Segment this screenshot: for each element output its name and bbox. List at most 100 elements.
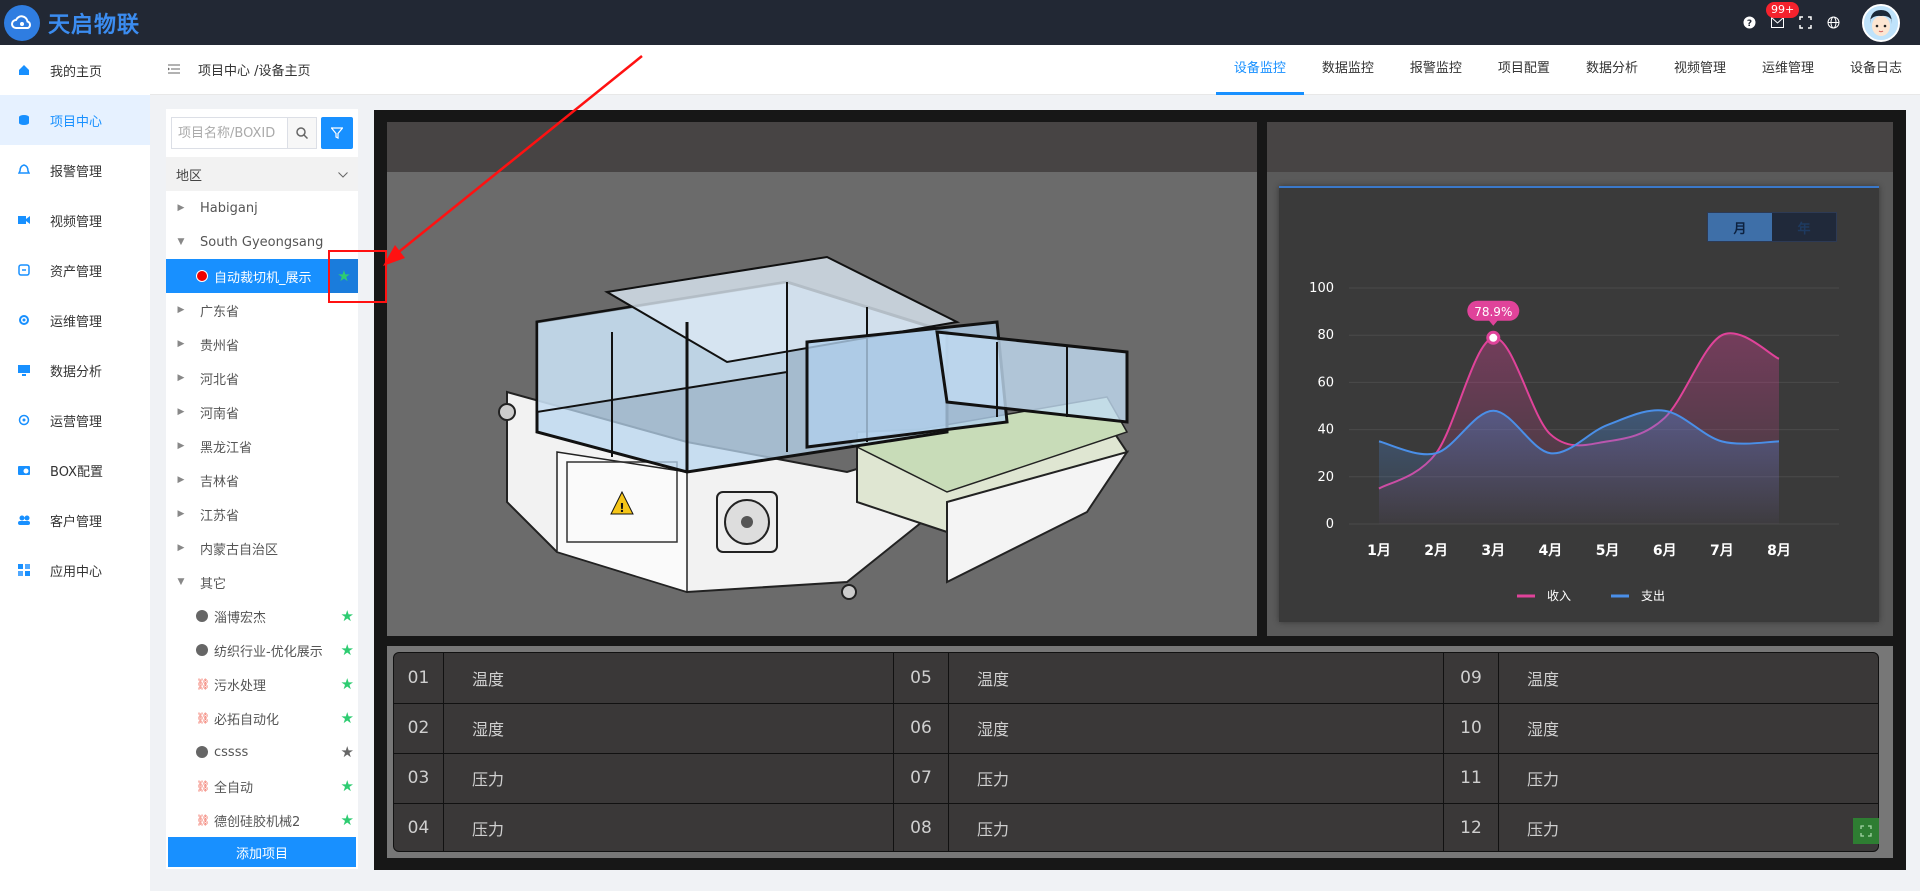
tab-0[interactable]: 设备监控 (1215, 45, 1304, 95)
expand-icon[interactable] (1853, 818, 1879, 844)
unlinked-status-icon: ⛓ (196, 813, 210, 827)
tree-region-item[interactable]: ▶ 内蒙古自治区 (166, 531, 358, 565)
tree-item-label: 纺织行业-优化展示 (214, 644, 323, 660)
tree-region-item[interactable]: ▶ 黑龙江省 (166, 429, 358, 463)
tab-5[interactable]: 视频管理 (1656, 45, 1744, 95)
tab-3[interactable]: 项目配置 (1480, 45, 1568, 95)
nav-item-8[interactable]: BOX配置 (0, 445, 150, 495)
app-logo[interactable]: 天启物联 (4, 4, 140, 41)
user-avatar[interactable] (1862, 3, 1900, 42)
tree-project-item[interactable]: cssss ★ (166, 735, 358, 769)
tree-item-label: 内蒙古自治区 (200, 542, 279, 558)
favorite-star-icon[interactable]: ★ (341, 607, 354, 625)
tree-project-item[interactable]: 纺织行业-优化展示 ★ (166, 633, 358, 667)
nav-item-9[interactable]: 客户管理 (0, 495, 150, 545)
tree-project-item[interactable]: ⛓ 全自动 ★ (166, 769, 358, 803)
nav-item-label: 我的主页 (50, 64, 103, 80)
caret-right-icon[interactable]: ▶ (176, 305, 186, 315)
mail-icon[interactable]: 99+ (1766, 1, 1800, 30)
caret-right-icon[interactable]: ▶ (176, 407, 186, 417)
favorite-star-icon[interactable]: ★ (341, 777, 354, 795)
sensor-name: 压力 (1527, 820, 1560, 839)
tab-1[interactable]: 数据监控 (1304, 45, 1392, 95)
favorite-star-icon[interactable]: ★ (341, 811, 354, 829)
tree-project-item[interactable]: ⛓ 必拓自动化 ★ (166, 701, 358, 735)
nav-item-1[interactable]: 项目中心 (0, 95, 150, 145)
x-tick-label: 8月 (1767, 543, 1791, 559)
tree-region-item[interactable]: ▶ 河南省 (166, 395, 358, 429)
top-header: 天启物联 ? 99+ (0, 0, 1920, 45)
tree-region-item[interactable]: ▶ Habiganj (166, 191, 358, 225)
sensor-index: 02 (394, 703, 444, 753)
nav-item-3[interactable]: 视频管理 (0, 195, 150, 245)
breadcrumb: 项目中心 /设备主页 (198, 64, 311, 79)
sensor-name: 压力 (1527, 770, 1560, 789)
tree-region-item[interactable]: ▶ 吉林省 (166, 463, 358, 497)
sensor-index: 06 (894, 703, 949, 753)
nav-item-7[interactable]: 运营管理 (0, 395, 150, 445)
fullscreen-icon[interactable] (1798, 16, 1812, 30)
nav-item-5[interactable]: 运维管理 (0, 295, 150, 345)
language-globe-icon[interactable] (1826, 16, 1840, 30)
project-search-input[interactable] (171, 117, 287, 149)
tab-6[interactable]: 运维管理 (1744, 45, 1832, 95)
tree-project-item[interactable]: ⛓ 德创硅胶机械2 ★ (166, 803, 358, 837)
favorite-star-icon[interactable]: ★ (341, 675, 354, 693)
module-tabs: 设备监控 数据监控 报警监控 项目配置 数据分析 视频管理 运维管理 设备日志 (1215, 45, 1920, 95)
caret-right-icon[interactable]: ▶ (176, 373, 186, 383)
x-tick-label: 7月 (1710, 543, 1734, 559)
help-icon[interactable]: ? (1742, 16, 1756, 30)
x-tick-label: 5月 (1596, 543, 1620, 559)
caret-right-icon[interactable]: ▶ (176, 509, 186, 519)
menu-toggle-icon[interactable] (168, 62, 182, 78)
highlight-point (1486, 330, 1501, 345)
tree-project-item[interactable]: 淄博宏杰 ★ (166, 599, 358, 633)
chart-panel-header (1267, 122, 1893, 172)
y-tick-label: 20 (1317, 470, 1334, 485)
caret-right-icon[interactable]: ▶ (176, 203, 186, 213)
x-tick-label: 1月 (1367, 543, 1391, 559)
tooltip-label: 78.9% (1474, 305, 1512, 319)
monitor-icon (18, 364, 30, 376)
tree-item-label: 贵州省 (200, 338, 240, 354)
favorite-star-icon[interactable]: ★ (341, 641, 354, 659)
nav-item-4[interactable]: 资产管理 (0, 245, 150, 295)
caret-down-icon[interactable]: ▼ (176, 237, 186, 247)
tree-project-item[interactable]: ⛓ 污水处理 ★ (166, 667, 358, 701)
caret-right-icon[interactable]: ▶ (176, 339, 186, 349)
filter-button[interactable] (321, 117, 353, 149)
favorite-star-icon[interactable]: ★ (341, 709, 354, 727)
tree-region-item[interactable]: ▼ 其它 (166, 565, 358, 599)
caret-right-icon[interactable]: ▶ (176, 441, 186, 451)
tab-7[interactable]: 设备日志 (1832, 45, 1920, 95)
search-button[interactable] (287, 117, 317, 149)
add-project-button[interactable]: 添加项目 (168, 837, 356, 867)
tree-item-label: South Gyeongsang (200, 234, 324, 250)
tab-2[interactable]: 报警监控 (1392, 45, 1480, 95)
favorite-star-icon[interactable]: ★ (341, 743, 354, 761)
bell-icon (18, 164, 30, 176)
nav-item-10[interactable]: 应用中心 (0, 545, 150, 595)
region-dropdown[interactable]: 地区 (166, 157, 358, 191)
device-3d-viewer[interactable]: ! (387, 122, 1257, 636)
tree-item-label: 河北省 (200, 372, 240, 388)
nav-item-label: 客户管理 (50, 514, 103, 530)
y-tick-label: 60 (1317, 375, 1334, 390)
sensor-index: 11 (1444, 753, 1499, 803)
caret-right-icon[interactable]: ▶ (176, 475, 186, 485)
breadcrumb-bar: 项目中心 /设备主页 设备监控 数据监控 报警监控 项目配置 数据分析 视频管理 运维管理设… (150, 45, 1920, 95)
tree-region-item[interactable]: ▶ 河北省 (166, 361, 358, 395)
nav-item-0[interactable]: 我的主页 (0, 45, 150, 95)
sensor-index: 12 (1444, 803, 1499, 851)
caret-right-icon[interactable]: ▶ (176, 543, 186, 553)
tab-4[interactable]: 数据分析 (1568, 45, 1656, 95)
nav-item-6[interactable]: 数据分析 (0, 345, 150, 395)
tree-region-item[interactable]: ▶ 贵州省 (166, 327, 358, 361)
sensor-name: 温度 (949, 653, 1444, 703)
offline-status-icon (196, 610, 208, 622)
filter-icon (331, 127, 343, 139)
tree-region-item[interactable]: ▶ 江苏省 (166, 497, 358, 531)
nav-item-2[interactable]: 报警管理 (0, 145, 150, 195)
sensor-name: 压力 (444, 753, 894, 803)
caret-down-icon[interactable]: ▼ (176, 577, 186, 587)
